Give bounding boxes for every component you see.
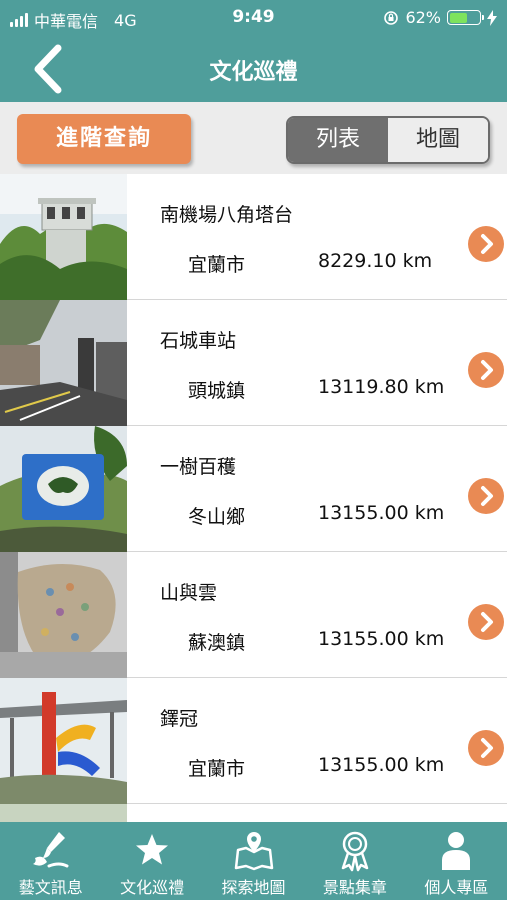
tab-stamp-collection[interactable]: 景點集章: [304, 822, 405, 900]
tab-bar: 藝文訊息 文化巡禮 探索地圖 景點集章 個人專區: [0, 822, 507, 900]
place-distance: 8229.10 km: [318, 250, 433, 272]
battery-icon: [447, 10, 484, 25]
list-item[interactable]: 鐸冠 宜蘭市 13155.00 km: [0, 678, 507, 804]
detail-arrow-icon[interactable]: [468, 730, 504, 766]
tab-arts-news[interactable]: 藝文訊息: [0, 822, 101, 900]
place-thumbnail: [0, 300, 127, 426]
detail-arrow-icon[interactable]: [468, 352, 504, 388]
place-thumbnail: [0, 174, 127, 300]
battery-percent: 62%: [405, 8, 441, 27]
advanced-query-button[interactable]: 進階查詢: [17, 114, 191, 164]
status-bar: 中華電信 4G 9:49 62%: [0, 0, 507, 36]
tab-personal-area[interactable]: 個人專區: [406, 822, 507, 900]
place-distance: 13155.00 km: [318, 628, 445, 650]
detail-arrow-icon[interactable]: [468, 478, 504, 514]
badge-icon: [341, 831, 369, 872]
place-list: 南機場八角塔台 宜蘭市 8229.10 km 石城車站 頭城鎮 13119.80…: [0, 174, 507, 822]
place-distance: 13155.00 km: [318, 502, 445, 524]
rotation-lock-icon: [384, 10, 399, 25]
place-town: 蘇澳鎮: [188, 632, 246, 654]
place-distance: 13119.80 km: [318, 376, 445, 398]
place-town: 冬山鄉: [188, 506, 246, 528]
tab-label: 探索地圖: [221, 878, 286, 897]
list-item[interactable]: 一樹百穫 冬山鄉 13155.00 km: [0, 426, 507, 552]
star-icon: [136, 834, 169, 865]
detail-arrow-icon[interactable]: [468, 226, 504, 262]
place-name: 石城車站: [160, 330, 237, 352]
place-name: 鐸冠: [160, 708, 199, 730]
place-name: 山與雲: [160, 582, 218, 604]
page-title: 文化巡禮: [209, 60, 298, 85]
list-view-tab[interactable]: 列表: [288, 118, 388, 162]
tab-label: 個人專區: [424, 878, 489, 897]
place-name: 一樹百穫: [160, 456, 237, 478]
tab-label: 景點集章: [322, 878, 387, 897]
map-view-tab[interactable]: 地圖: [388, 118, 488, 162]
place-town: 頭城鎮: [188, 380, 246, 402]
list-item[interactable]: [0, 804, 507, 822]
list-item[interactable]: 南機場八角塔台 宜蘭市 8229.10 km: [0, 174, 507, 300]
place-thumbnail: [0, 804, 127, 822]
filter-bar: 進階查詢 列表 地圖: [0, 102, 507, 174]
tab-culture-tour[interactable]: 文化巡禮: [101, 822, 202, 900]
list-item[interactable]: 山與雲 蘇澳鎮 13155.00 km: [0, 552, 507, 678]
person-icon: [442, 832, 471, 870]
charging-icon: [487, 9, 497, 26]
art-brush-icon: [32, 832, 69, 868]
place-thumbnail: [0, 678, 127, 804]
place-distance: 13155.00 km: [318, 754, 445, 776]
tab-label: 文化巡禮: [120, 878, 185, 897]
tab-explore-map[interactable]: 探索地圖: [203, 822, 304, 900]
place-thumbnail: [0, 552, 127, 678]
place-town: 宜蘭市: [188, 254, 246, 276]
tab-label: 藝文訊息: [18, 878, 83, 897]
detail-arrow-icon[interactable]: [468, 604, 504, 640]
place-name: 南機場八角塔台: [160, 204, 294, 226]
view-toggle: 列表 地圖: [286, 116, 490, 164]
nav-bar: 文化巡禮: [0, 36, 507, 102]
list-item[interactable]: 石城車站 頭城鎮 13119.80 km: [0, 300, 507, 426]
map-pin-icon: [234, 832, 273, 871]
place-thumbnail: [0, 426, 127, 552]
place-town: 宜蘭市: [188, 758, 246, 780]
status-right: 62%: [383, 8, 497, 27]
